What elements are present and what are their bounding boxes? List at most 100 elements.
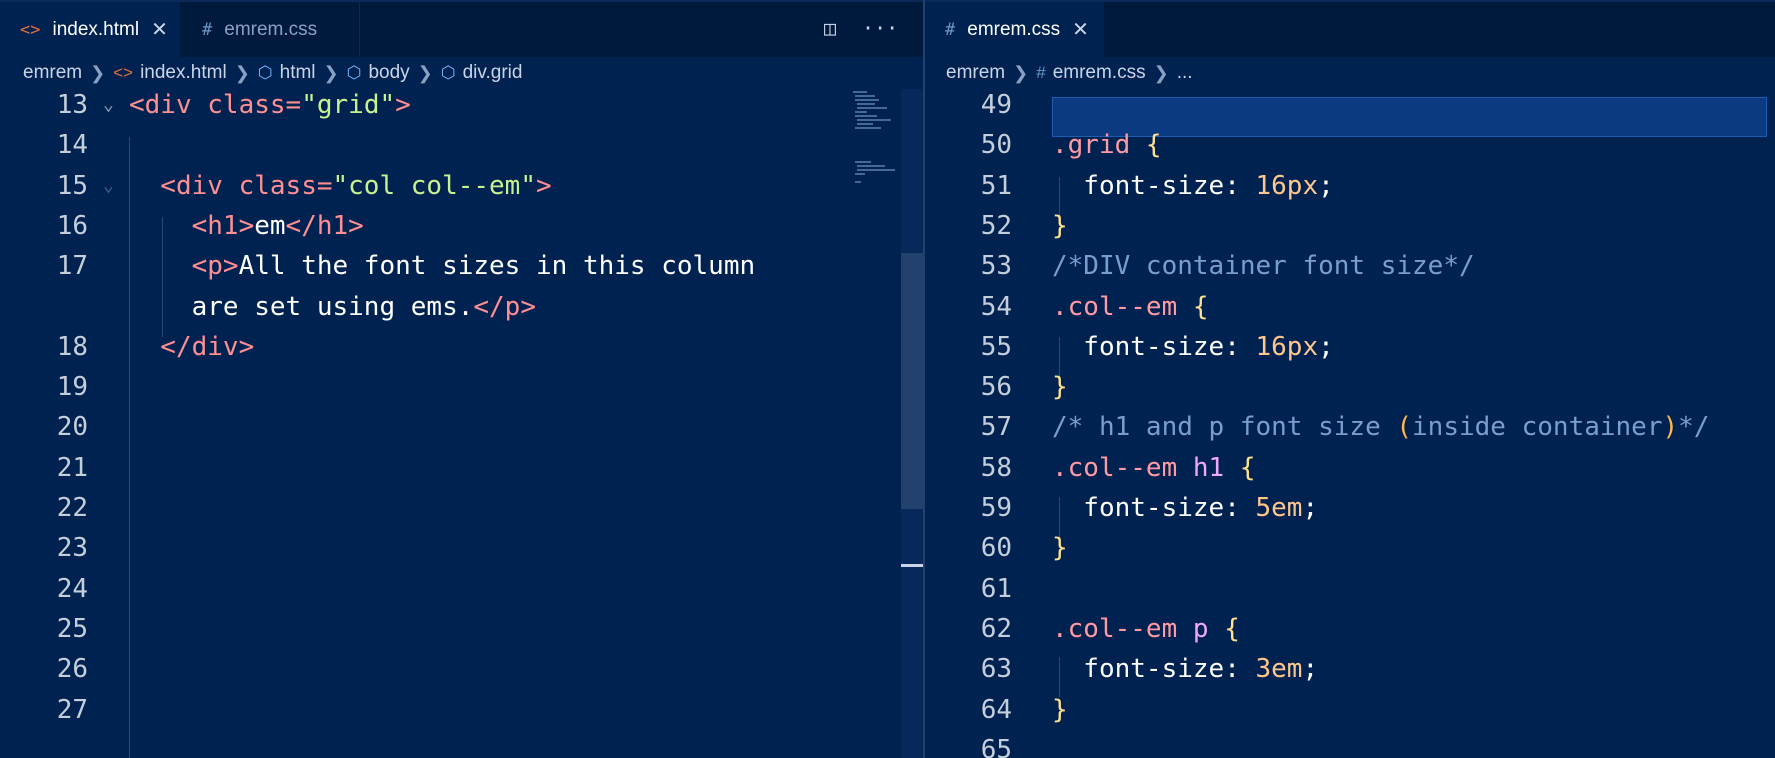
code-token: /*DIV container font size*/ bbox=[1052, 251, 1475, 282]
code-line: 50 .grid { bbox=[925, 125, 1775, 165]
line-number: 19 bbox=[56, 372, 88, 403]
css-file-icon: # bbox=[1036, 63, 1046, 82]
breadcrumb-folder[interactable]: emrem bbox=[23, 62, 82, 84]
code-text: font-size: 16px; bbox=[1052, 327, 1334, 367]
code-token: p bbox=[1192, 613, 1225, 644]
line-number: 26 bbox=[56, 654, 88, 685]
code-token: ; bbox=[1318, 170, 1334, 201]
code-text: font-size: 5em; bbox=[1052, 488, 1318, 528]
code-text: font-size: 16px; bbox=[1052, 166, 1334, 206]
tab-index-html[interactable]: <> index.html ✕ bbox=[0, 2, 180, 57]
code-line: 64} bbox=[925, 690, 1775, 730]
line-number: 15 bbox=[56, 170, 88, 201]
line-number: 18 bbox=[56, 331, 88, 362]
fold-chevron-icon[interactable]: ⌄ bbox=[103, 85, 114, 125]
code-token: .col--em bbox=[1052, 452, 1193, 483]
tab-emrem-css[interactable]: # emrem.css bbox=[180, 2, 360, 57]
code-token: em bbox=[254, 210, 286, 241]
breadcrumb-body[interactable]: body bbox=[368, 62, 409, 84]
minimap[interactable] bbox=[853, 89, 903, 209]
code-token: <div bbox=[129, 170, 239, 201]
chevron-right-icon: ❯ bbox=[323, 62, 339, 83]
code-token: */ bbox=[1678, 412, 1710, 443]
code-line: 59 font-size: 5em; bbox=[925, 488, 1775, 528]
css-file-icon: # bbox=[945, 19, 956, 40]
breadcrumb-file[interactable]: emrem.css bbox=[1053, 62, 1146, 84]
code-token: "grid" bbox=[301, 90, 396, 120]
code-token: <div bbox=[129, 90, 208, 120]
line-number: 17 bbox=[56, 251, 88, 282]
code-line: 65 bbox=[925, 730, 1775, 758]
code-token: ; bbox=[1302, 493, 1319, 523]
code-line: 51 font-size: 16px; bbox=[925, 166, 1775, 206]
code-token: /* h1 and p font size bbox=[1052, 412, 1397, 443]
scrollbar-thumb[interactable] bbox=[901, 253, 923, 509]
code-token: { bbox=[1192, 291, 1209, 322]
code-editor[interactable]: 49 50 .grid {51 font-size: 16px; 52} 53/*DIV… bbox=[925, 90, 1775, 758]
code-editor[interactable]: 13 ⌄ <div class="grid"> 14 15 ⌄ <div class="c… bbox=[0, 90, 923, 758]
breadcrumb-div-grid[interactable]: div.grid bbox=[463, 62, 523, 84]
cube-icon: ⬡ bbox=[346, 63, 362, 82]
tab-emrem-css[interactable]: # emrem.css ✕ bbox=[925, 2, 1104, 57]
code-line: 27 bbox=[0, 690, 923, 730]
code-token: class= bbox=[238, 170, 333, 201]
code-token: font-size bbox=[1052, 331, 1225, 362]
code-token: class= bbox=[207, 90, 302, 120]
code-line: 61 bbox=[925, 569, 1775, 609]
line-number: 20 bbox=[56, 412, 88, 443]
chevron-right-icon: ❯ bbox=[90, 62, 106, 83]
code-line: 20 bbox=[0, 407, 923, 447]
code-token: : bbox=[1224, 331, 1256, 362]
code-token: .col--em bbox=[1052, 613, 1193, 644]
code-token: font-size bbox=[1052, 654, 1225, 685]
breadcrumb-folder[interactable]: emrem bbox=[946, 62, 1005, 84]
right-editor-group: # emrem.css ✕ emrem ❯ # emrem.css ❯ ... … bbox=[925, 0, 1775, 758]
breadcrumb-file[interactable]: index.html bbox=[140, 62, 227, 84]
code-line: 62 .col--em p { bbox=[925, 609, 1775, 649]
code-line: 25 bbox=[0, 609, 923, 649]
split-editor-icon[interactable]: ◫ bbox=[824, 16, 836, 40]
code-token: </div> bbox=[129, 331, 255, 362]
code-token: font-size bbox=[1052, 493, 1225, 523]
code-line: 24 bbox=[0, 569, 923, 609]
line-number: 49 bbox=[980, 90, 1012, 120]
html-file-icon: <> bbox=[113, 63, 134, 82]
breadcrumb-more[interactable]: ... bbox=[1177, 62, 1193, 84]
code-text: /* h1 and p font size (inside container)… bbox=[1052, 407, 1709, 447]
code-line: 52} bbox=[925, 206, 1775, 246]
line-number: 61 bbox=[980, 573, 1012, 604]
line-number: 21 bbox=[56, 452, 88, 483]
code-token: 3em bbox=[1255, 654, 1303, 685]
code-line: 17 <p>All the font sizes in this column bbox=[0, 246, 923, 286]
code-token: 16px bbox=[1255, 331, 1319, 362]
close-icon[interactable]: ✕ bbox=[1072, 17, 1089, 42]
code-token: } bbox=[1052, 694, 1068, 725]
close-icon[interactable]: ✕ bbox=[151, 17, 168, 42]
more-actions-icon[interactable]: ··· bbox=[862, 16, 898, 40]
code-line: 63 font-size: 3em; bbox=[925, 649, 1775, 689]
line-number: 59 bbox=[980, 493, 1012, 523]
code-token: } bbox=[1052, 533, 1068, 564]
line-number: 24 bbox=[56, 573, 88, 604]
code-token: 5em bbox=[1255, 493, 1303, 523]
fold-chevron-icon[interactable]: ⌄ bbox=[103, 166, 114, 206]
left-editor-group: <> index.html ✕ # emrem.css ◫ ··· emrem … bbox=[0, 0, 923, 758]
code-text: .col--em h1 { bbox=[1052, 448, 1256, 488]
cursor-position-marker bbox=[901, 564, 923, 567]
breadcrumb-html[interactable]: html bbox=[280, 62, 316, 84]
code-line: 58 .col--em h1 { bbox=[925, 448, 1775, 488]
code-token: ; bbox=[1318, 331, 1334, 362]
line-number: 14 bbox=[56, 130, 88, 161]
code-token: { bbox=[1145, 130, 1162, 161]
tab-label: emrem.css bbox=[224, 18, 318, 40]
code-line: 16 <h1>em</h1> bbox=[0, 206, 923, 246]
code-text: font-size: 3em; bbox=[1052, 649, 1318, 689]
line-number: 58 bbox=[980, 452, 1012, 483]
code-token: } bbox=[1052, 210, 1068, 241]
line-number: 50 bbox=[980, 130, 1012, 161]
code-line: 19 bbox=[0, 367, 923, 407]
code-token: </h1> bbox=[285, 210, 364, 241]
code-line: 18 </div> bbox=[0, 327, 923, 367]
code-line: 15 ⌄ <div class="col col--em"> bbox=[0, 166, 923, 206]
code-token: </p> bbox=[473, 291, 536, 322]
